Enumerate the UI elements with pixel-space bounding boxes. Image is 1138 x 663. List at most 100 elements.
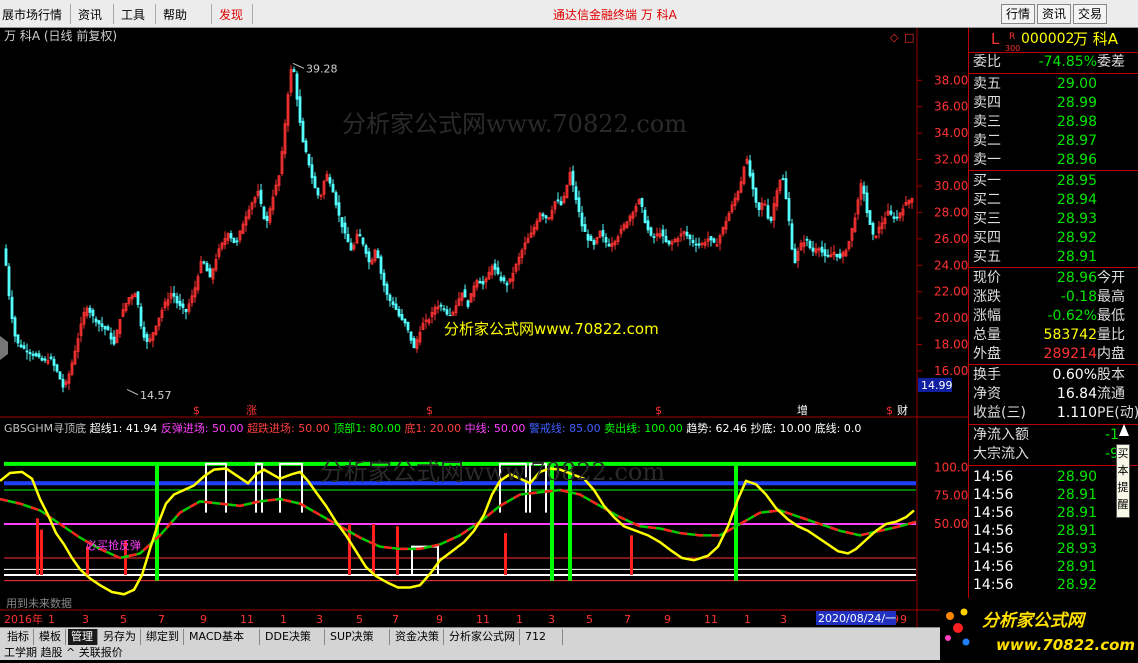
ask-row[interactable]: 卖一 28.96 [969, 151, 1138, 170]
stat-label-right: 最高 [1097, 289, 1125, 305]
ask-row[interactable]: 卖四 28.99 [969, 94, 1138, 113]
signal-bar-red [396, 526, 399, 575]
event-marker[interactable]: $ [886, 404, 893, 417]
time-axis-label: 9 [436, 613, 443, 626]
ask-label: 卖二 [973, 133, 1001, 149]
candle-body [889, 210, 893, 215]
candle-body [202, 261, 206, 264]
menu-separator [155, 4, 156, 24]
bid-row[interactable]: 买五 28.91 [969, 248, 1138, 267]
weibi-label: 委比 [973, 54, 1001, 70]
candle-body [871, 222, 875, 235]
ask-label: 卖三 [973, 114, 1001, 130]
divider [969, 170, 1138, 171]
flow-row: 净流入额 -1 [969, 426, 1138, 445]
candle-body [307, 153, 311, 166]
status-bar: 工学期 趋股 ^ 关联报价 [0, 645, 968, 660]
event-marker[interactable]: $ [655, 404, 662, 417]
indicator-header: GBSGHM寻顶底 超线1: 41.94 反弹进场: 50.00 超跌进场: 5… [4, 421, 861, 435]
tab-9[interactable]: 分析家公式网 [446, 629, 520, 645]
candle-body [709, 236, 713, 241]
chart-canvas[interactable]: 万 科A (日线 前复权) ◇ □ 38.00 36.00 34.00 32.00 30.00… [0, 28, 968, 627]
candle-body [28, 352, 32, 355]
menu-item-0[interactable]: 展市场行情 [2, 6, 62, 23]
event-marker[interactable]: 增 [797, 403, 808, 417]
nav-button-1[interactable]: 资讯 [1037, 4, 1071, 24]
ask-label: 卖四 [973, 95, 1001, 111]
nav-button-0[interactable]: 行情 [1001, 4, 1035, 24]
flow-row: 大宗流入 -9 [969, 445, 1138, 464]
nav-button-2[interactable]: 交易 [1073, 4, 1107, 24]
candle-body [313, 176, 317, 189]
menu-item-4[interactable]: 发现 [219, 6, 243, 23]
watermark-lower: 分析家公式网www.70822.com [320, 458, 665, 486]
event-marker[interactable]: 财 [897, 403, 908, 417]
tab-5[interactable]: MACD基本 [186, 629, 260, 645]
bid-price: 28.95 [1056, 173, 1097, 189]
time-axis-label: 11 [240, 613, 254, 626]
tick-row: 14:56 28.91 [969, 522, 1138, 541]
tick-row: 14:56 28.93 [969, 540, 1138, 559]
tab-3[interactable]: 另存为 [100, 629, 141, 645]
signal-bar-red [630, 535, 633, 575]
tick-row: 14:56 28.91 [969, 504, 1138, 523]
tab-4[interactable]: 绑定到 [143, 629, 184, 645]
tab-7[interactable]: SUP决策 [327, 629, 390, 645]
bid-row[interactable]: 买二 28.94 [969, 191, 1138, 210]
ask-row[interactable]: 卖三 28.98 [969, 113, 1138, 132]
tick-row: 14:56 28.90 [969, 468, 1138, 487]
indicator-header-item: 反弹进场: 50.00 [161, 421, 247, 435]
tab-8[interactable]: 资金决策 [392, 629, 444, 645]
menu-item-1[interactable]: 资讯 [78, 6, 102, 23]
bid-row[interactable]: 买四 28.92 [969, 229, 1138, 248]
indicator-axis-label: 100.0 [934, 460, 968, 474]
maximize-button[interactable] [1119, 4, 1128, 24]
ask-row[interactable]: 卖五 29.00 [969, 75, 1138, 94]
candle-body [184, 308, 188, 313]
bid-row[interactable]: 买一 28.95 [969, 172, 1138, 191]
candle-body [232, 237, 236, 244]
ask-row[interactable]: 卖二 28.97 [969, 132, 1138, 151]
tick-time: 14:56 [973, 469, 1014, 485]
tab-1[interactable]: 模板 [36, 629, 66, 645]
candle-body [7, 266, 11, 297]
buy-reminder-tooltip[interactable]: 买本提醒 [1116, 444, 1130, 518]
kline-chart-area[interactable]: 万 科A (日线 前复权) ◇ □ 38.00 36.00 34.00 32.00 30.00… [0, 28, 968, 627]
stat2-label-right: 股本 [1097, 367, 1125, 383]
tab-10[interactable]: 712 [522, 629, 563, 645]
candle-body [592, 240, 596, 245]
candle-body [895, 216, 899, 219]
stat-value: 28.96 [1056, 270, 1097, 286]
candle-body [16, 334, 20, 344]
future-data-note: 用到未来数据 [6, 596, 72, 610]
bid-row[interactable]: 买三 28.93 [969, 210, 1138, 229]
candle-body [712, 238, 716, 243]
bid-label: 买二 [973, 192, 1001, 208]
menu-item-3[interactable]: 帮助 [163, 6, 187, 23]
candle-body [328, 177, 332, 184]
quote-panel: L R 300 000002 万 科A 委比 -74.85% 委差 卖五 29.00 卖四 28.99… [968, 28, 1138, 655]
divider [969, 364, 1138, 365]
candle-body [811, 247, 815, 252]
candle-body [397, 308, 401, 317]
candle-body [688, 234, 692, 240]
event-marker[interactable]: 涨 [246, 404, 257, 417]
candle-body [589, 235, 593, 242]
minimize-button[interactable] [1110, 4, 1119, 24]
collapse-icon[interactable]: □ [904, 31, 914, 44]
candle-body [499, 276, 503, 281]
candle-body [442, 308, 446, 311]
stat2-row: 收益(三) 1.110 PE(动) [969, 404, 1138, 423]
menu-item-2[interactable]: 工具 [121, 6, 145, 23]
candle-body [136, 291, 140, 305]
diamond-icon[interactable]: ◇ [890, 31, 899, 44]
tab-6[interactable]: DDE决策 [262, 629, 325, 645]
candle-body [667, 240, 671, 245]
event-marker[interactable]: $ [426, 404, 433, 417]
tab-0[interactable]: 指标 [4, 629, 34, 645]
candle-body [262, 206, 266, 220]
candle-body [52, 358, 56, 366]
tab-2[interactable]: 管理 [68, 629, 98, 645]
event-marker[interactable]: $ [193, 404, 200, 417]
close-button[interactable] [1128, 4, 1137, 24]
